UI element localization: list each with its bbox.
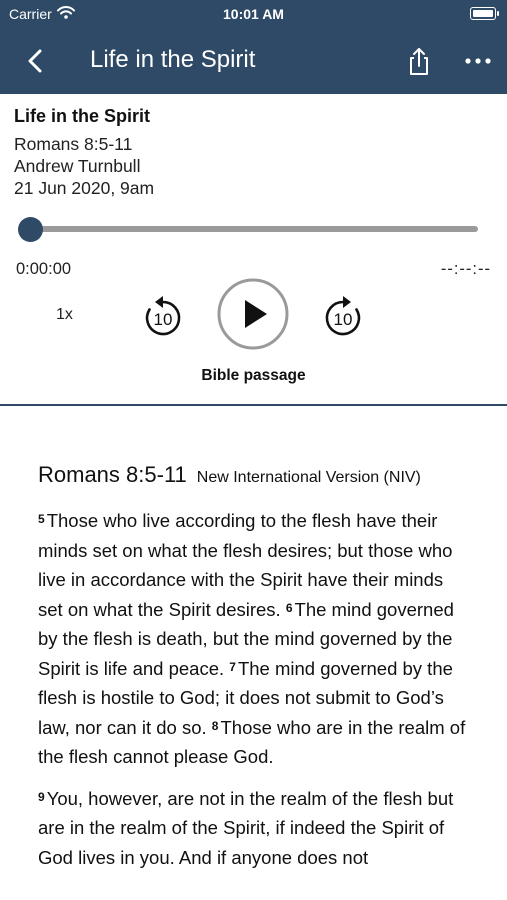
- passage-reference: Romans 8:5-11: [38, 462, 187, 487]
- app-header: Carrier 10:01 AM Life in the Spirit: [0, 0, 507, 94]
- passage-version: New International Version (NIV): [196, 469, 421, 486]
- progress-knob[interactable]: [18, 217, 43, 242]
- passage-paragraph: 9 You, however, are not in the realm of t…: [38, 784, 469, 873]
- episode-passage: Romans 8:5-11: [14, 134, 133, 154]
- skip-back-button[interactable]: 10: [140, 294, 186, 340]
- verse-text: You, however, are not in the realm of th…: [38, 787, 454, 868]
- verse-number: 5: [38, 512, 45, 526]
- skip-forward-icon: 10: [325, 296, 361, 336]
- back-button[interactable]: [22, 46, 48, 76]
- more-button[interactable]: [460, 48, 496, 74]
- progress-track[interactable]: [28, 226, 478, 232]
- verse-number: 7: [229, 659, 236, 674]
- verse-number: 9: [38, 789, 45, 804]
- more-icon: [465, 58, 491, 64]
- playback-speed-button[interactable]: 1x: [56, 306, 73, 324]
- skip-forward-seconds: 10: [334, 310, 353, 329]
- nav-bar: Life in the Spirit: [0, 30, 507, 94]
- audio-player: Life in the Spirit Romans 8:5-11 Andrew …: [0, 94, 507, 406]
- skip-back-seconds: 10: [154, 310, 173, 329]
- bible-passage: Romans 8:5-11 New International Version (…: [0, 408, 507, 900]
- section-label: Bible passage: [201, 367, 306, 384]
- share-button[interactable]: [403, 46, 435, 78]
- passage-heading: Romans 8:5-11 New International Version (…: [38, 462, 469, 488]
- episode-speaker: Andrew Turnbull: [14, 156, 141, 176]
- play-icon: [217, 278, 289, 350]
- verse-number: 8: [211, 718, 219, 733]
- current-time: 0:00:00: [16, 260, 72, 278]
- back-chevron-icon: [28, 49, 42, 73]
- skip-forward-button[interactable]: 10: [320, 294, 366, 340]
- skip-back-icon: 10: [145, 296, 181, 336]
- battery-icon: [470, 7, 499, 20]
- share-icon: [410, 48, 428, 75]
- episode-title: Life in the Spirit: [14, 106, 151, 126]
- episode-date: 21 Jun 2020, 9am: [14, 178, 155, 198]
- passage-paragraph: 5 Those who live according to the flesh h…: [38, 506, 469, 772]
- duration: --:--:--: [440, 260, 491, 278]
- status-bar: Carrier 10:01 AM: [0, 0, 507, 30]
- page-title: Life in the Spirit: [90, 46, 256, 73]
- play-button[interactable]: [217, 278, 289, 350]
- status-time: 10:01 AM: [223, 6, 284, 22]
- verse-number: 6: [285, 600, 293, 615]
